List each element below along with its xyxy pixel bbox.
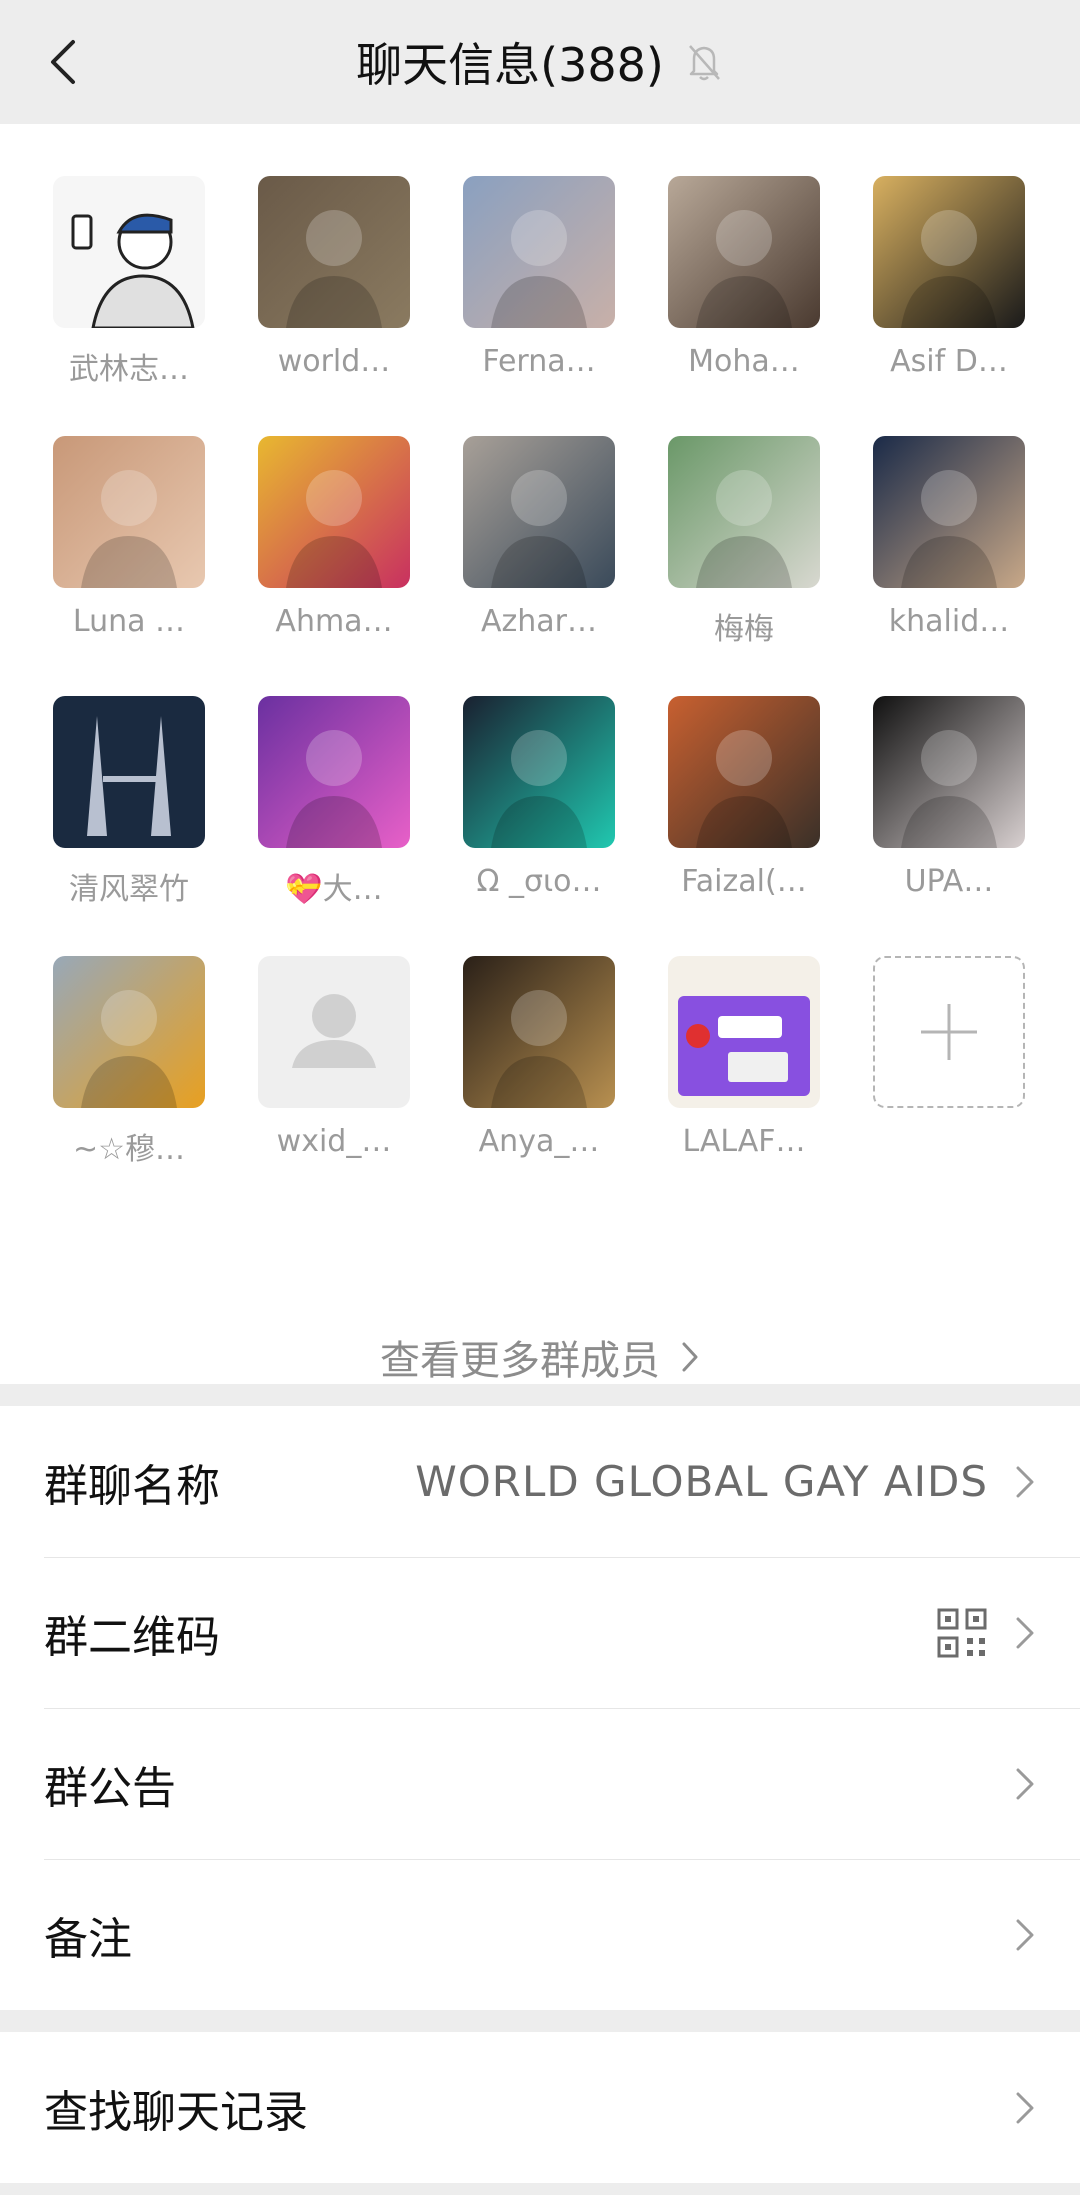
member-name: UPA… [904,864,994,899]
page-title: 聊天信息(388) [356,38,664,92]
member-item[interactable]: 武林志… [53,176,205,436]
member-name: wxid_… [276,1124,392,1159]
member-item[interactable]: LALAF… [668,956,820,1216]
group-qr-row[interactable]: 群二维码 [0,1557,1080,1708]
avatar[interactable] [873,696,1025,848]
remark-row[interactable]: 备注 [0,1859,1080,2010]
member-name: Asif D… [890,344,1008,379]
member-item[interactable]: Anya_… [463,956,615,1216]
member-name: khalid… [888,604,1010,639]
avatar[interactable] [873,436,1025,588]
member-name: ~☆穆… [72,1132,186,1167]
view-more-members-link[interactable]: 查看更多群成员 [0,1328,1080,1386]
qr-code-icon [937,1608,987,1657]
avatar[interactable] [668,176,820,328]
chevron-right-icon [1014,1462,1036,1502]
search-history-label: 查找聊天记录 [44,2086,308,2138]
chevron-right-icon [1014,1613,1036,1653]
group-notice-label: 群公告 [44,1762,176,1814]
add-member-button[interactable] [873,956,1025,1108]
avatar[interactable] [258,176,410,328]
group-settings: 群聊名称 WORLD GLOBAL GAY AIDS 群二维码 群公告 备注 [0,1406,1080,2010]
group-name-value: WORLD GLOBAL GAY AIDS [415,1457,988,1506]
search-history-row[interactable]: 查找聊天记录 [0,2032,1080,2183]
member-panel: 武林志… world… Ferna… Moha… Asif D… Luna … [0,124,1080,1384]
avatar[interactable] [53,956,205,1108]
avatar[interactable] [668,696,820,848]
member-item[interactable]: khalid… [873,436,1025,696]
chevron-left-icon [51,40,75,84]
member-name: Ferna… [482,344,596,379]
avatar[interactable] [463,176,615,328]
group-qr-label: 群二维码 [44,1611,220,1663]
member-name: Luna … [72,604,186,639]
member-item[interactable]: Ferna… [463,176,615,436]
avatar[interactable] [668,436,820,588]
member-item[interactable]: Faizal(… [668,696,820,956]
member-item[interactable]: UPA… [873,696,1025,956]
avatar[interactable] [53,696,205,848]
member-item[interactable]: ~☆穆… [53,956,205,1216]
bell-off-icon [686,42,724,82]
back-button[interactable] [34,34,90,90]
member-item[interactable]: 💝大… [258,696,410,956]
member-name: LALAF… [682,1124,806,1159]
member-item[interactable]: Moha… [668,176,820,436]
member-name: 武林志… [69,352,189,387]
member-item[interactable]: 梅梅 [668,436,820,696]
member-name: 梅梅 [714,612,774,647]
member-item[interactable]: Asif D… [873,176,1025,436]
chevron-right-icon [1014,1764,1036,1804]
remark-label: 备注 [44,1913,132,1965]
chevron-right-icon [682,1342,698,1372]
member-name: Faizal(… [681,864,807,899]
member-name: Ahma… [275,604,393,639]
plus-icon [921,1004,977,1060]
member-name: world… [277,344,391,379]
default-avatar-icon[interactable] [258,956,410,1108]
member-name: Ω _σιο… [476,864,602,899]
chevron-right-icon [1014,1915,1036,1955]
avatar[interactable] [463,696,615,848]
group-name-label: 群聊名称 [44,1460,220,1512]
member-name: Moha… [688,344,800,379]
member-item[interactable]: Luna … [53,436,205,696]
group-name-row[interactable]: 群聊名称 WORLD GLOBAL GAY AIDS [0,1406,1080,1557]
view-more-members-label: 查看更多群成员 [380,1338,660,1384]
avatar[interactable] [53,176,205,328]
member-grid: 武林志… world… Ferna… Moha… Asif D… Luna … [0,176,1080,1216]
avatar[interactable] [873,176,1025,328]
chevron-right-icon [1014,2088,1036,2128]
avatar[interactable] [668,956,820,1108]
top-bar: 聊天信息(388) [0,0,1080,124]
search-section: 查找聊天记录 [0,2032,1080,2183]
member-item[interactable]: Azhar… [463,436,615,696]
add-member-cell[interactable] [873,956,1025,1216]
member-item[interactable]: Ahma… [258,436,410,696]
avatar[interactable] [258,436,410,588]
member-name: Anya_… [478,1124,600,1159]
avatar[interactable] [463,956,615,1108]
member-item[interactable]: world… [258,176,410,436]
avatar[interactable] [53,436,205,588]
member-item[interactable]: 清风翠竹 [53,696,205,956]
member-name: 💝大… [285,872,383,907]
avatar[interactable] [463,436,615,588]
avatar[interactable] [258,696,410,848]
member-item[interactable]: wxid_… [258,956,410,1216]
member-name: Azhar… [480,604,597,639]
member-item[interactable]: Ω _σιο… [463,696,615,956]
member-name: 清风翠竹 [69,872,189,907]
group-notice-row[interactable]: 群公告 [0,1708,1080,1859]
